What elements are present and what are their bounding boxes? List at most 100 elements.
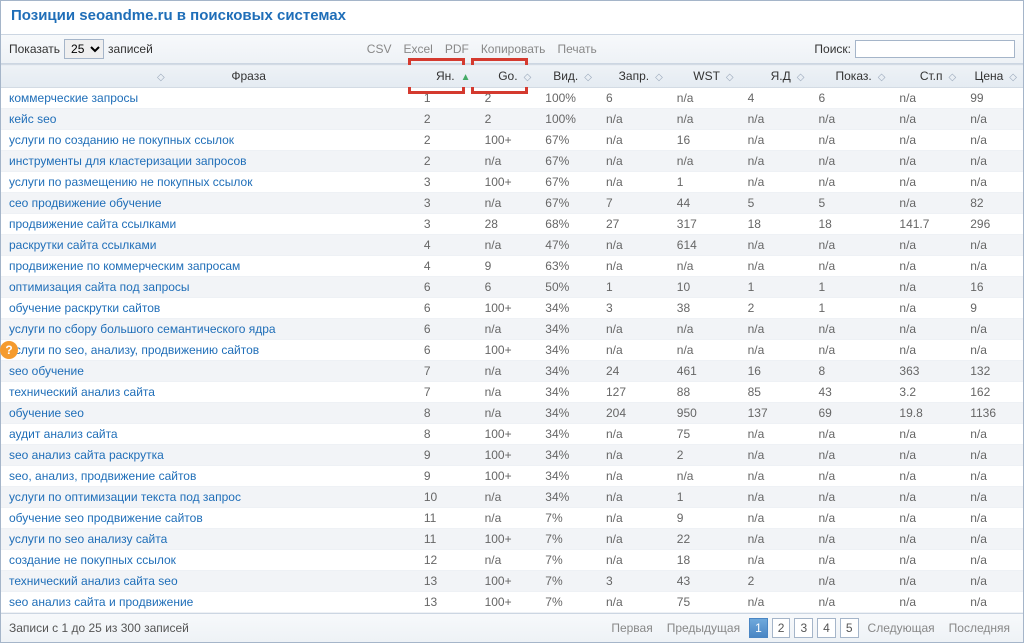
cell-wst: 88 <box>669 382 740 403</box>
cell-stp: n/a <box>891 256 962 277</box>
cell-yad: 137 <box>740 403 811 424</box>
cell-phrase[interactable]: обучение seo <box>1 403 416 424</box>
cell-cena: 1136 <box>962 403 1023 424</box>
page-4[interactable]: 4 <box>817 618 836 638</box>
cell-vid: 47% <box>537 235 598 256</box>
cell-wst: 9 <box>669 508 740 529</box>
cell-phrase[interactable]: инструменты для кластеризации запросов <box>1 151 416 172</box>
cell-yad: n/a <box>740 151 811 172</box>
search-input[interactable] <box>855 40 1015 58</box>
cell-wst: 44 <box>669 193 740 214</box>
cell-stp: n/a <box>891 130 962 151</box>
sort-icon: ◇ <box>157 72 165 83</box>
cell-phrase[interactable]: раскрутки сайта ссылками <box>1 235 416 256</box>
cell-yad: n/a <box>740 445 811 466</box>
cell-wst: 317 <box>669 214 740 235</box>
col-stp[interactable]: Ст.п◇ <box>891 65 962 88</box>
page-5[interactable]: 5 <box>840 618 859 638</box>
cell-vid: 34% <box>537 445 598 466</box>
col-zapr[interactable]: Запр.◇ <box>598 65 669 88</box>
col-yan[interactable]: Ян.▲ <box>416 65 477 88</box>
cell-phrase[interactable]: технический анализ сайта seo <box>1 571 416 592</box>
cell-phrase[interactable]: сео продвижение обучение <box>1 193 416 214</box>
sort-icon: ◇ <box>949 72 957 83</box>
cell-stp: n/a <box>891 424 962 445</box>
cell-phrase[interactable]: кейс seo <box>1 109 416 130</box>
col-go[interactable]: Go.◇ <box>477 65 538 88</box>
export-pdf[interactable]: PDF <box>441 40 473 58</box>
cell-wst: n/a <box>669 256 740 277</box>
cell-stp: 19.8 <box>891 403 962 424</box>
cell-phrase[interactable]: продвижение по коммерческим запросам <box>1 256 416 277</box>
cell-wst: n/a <box>669 88 740 109</box>
cell-phrase[interactable]: обучение раскрутки сайтов <box>1 298 416 319</box>
cell-yan: 2 <box>416 130 477 151</box>
cell-wst: 18 <box>669 550 740 571</box>
sort-icon: ◇ <box>797 72 805 83</box>
cell-phrase[interactable]: seo обучение <box>1 361 416 382</box>
cell-phrase[interactable]: услуги по seo анализу сайта <box>1 529 416 550</box>
cell-yan: 11 <box>416 508 477 529</box>
length-select[interactable]: 25 <box>64 39 104 59</box>
cell-stp: n/a <box>891 172 962 193</box>
table-row: услуги по seo анализу сайта11100+7%n/a22… <box>1 529 1023 550</box>
page-last[interactable]: Последняя <box>944 619 1015 637</box>
cell-zapr: n/a <box>598 151 669 172</box>
page-1[interactable]: 1 <box>749 618 768 638</box>
table-row: услуги по seo, анализу, продвижению сайт… <box>1 340 1023 361</box>
col-wst[interactable]: WST◇ <box>669 65 740 88</box>
cell-phrase[interactable]: обучение seo продвижение сайтов <box>1 508 416 529</box>
cell-phrase[interactable]: seo анализ сайта и продвижение <box>1 592 416 613</box>
table-row: seo анализ сайта раскрутка9100+34%n/a2n/… <box>1 445 1023 466</box>
cell-phrase[interactable]: seo анализ сайта раскрутка <box>1 445 416 466</box>
cell-yan: 11 <box>416 529 477 550</box>
col-pokaz[interactable]: Показ.◇ <box>810 65 891 88</box>
cell-yad: n/a <box>740 529 811 550</box>
cell-cena: n/a <box>962 592 1023 613</box>
cell-phrase[interactable]: услуги по seo, анализу, продвижению сайт… <box>1 340 416 361</box>
table-row: обучение seo продвижение сайтов11n/a7%n/… <box>1 508 1023 529</box>
export-csv[interactable]: CSV <box>363 40 396 58</box>
cell-cena: 99 <box>962 88 1023 109</box>
cell-pokaz: n/a <box>810 319 891 340</box>
cell-phrase[interactable]: коммерческие запросы <box>1 88 416 109</box>
cell-cena: n/a <box>962 319 1023 340</box>
cell-zapr: 127 <box>598 382 669 403</box>
cell-phrase[interactable]: продвижение сайта ссылками <box>1 214 416 235</box>
table-row: раскрутки сайта ссылками4n/a47%n/a614n/a… <box>1 235 1023 256</box>
page-first[interactable]: Первая <box>606 619 657 637</box>
table-row: создание не покупных ссылок12n/a7%n/a18n… <box>1 550 1023 571</box>
show-label: Показать <box>9 42 60 56</box>
cell-phrase[interactable]: услуги по созданию не покупных ссылок <box>1 130 416 151</box>
cell-zapr: n/a <box>598 529 669 550</box>
cell-pokaz: n/a <box>810 235 891 256</box>
page-next[interactable]: Следующая <box>863 619 940 637</box>
cell-phrase[interactable]: услуги по сбору большого семантического … <box>1 319 416 340</box>
help-icon[interactable]: ? <box>0 341 18 359</box>
cell-phrase[interactable]: услуги по размещению не покупных ссылок <box>1 172 416 193</box>
cell-yan: 6 <box>416 298 477 319</box>
cell-phrase[interactable]: аудит анализ сайта <box>1 424 416 445</box>
cell-phrase[interactable]: seo, анализ, продвижение сайтов <box>1 466 416 487</box>
cell-vid: 34% <box>537 382 598 403</box>
cell-phrase[interactable]: технический анализ сайта <box>1 382 416 403</box>
col-cena[interactable]: Цена◇ <box>962 65 1023 88</box>
page-3[interactable]: 3 <box>794 618 813 638</box>
cell-phrase[interactable]: создание не покупных ссылок <box>1 550 416 571</box>
export-print[interactable]: Печать <box>553 40 600 58</box>
page-2[interactable]: 2 <box>772 618 791 638</box>
cell-vid: 7% <box>537 550 598 571</box>
cell-go: n/a <box>477 487 538 508</box>
col-vid[interactable]: Вид.◇ <box>537 65 598 88</box>
cell-wst: 2 <box>669 445 740 466</box>
col-phrase[interactable]: ◇ Фраза <box>1 65 416 88</box>
cell-phrase[interactable]: услуги по оптимизации текста под запрос <box>1 487 416 508</box>
cell-zapr: n/a <box>598 256 669 277</box>
page-prev[interactable]: Предыдущая <box>662 619 745 637</box>
cell-phrase[interactable]: оптимизация сайта под запросы <box>1 277 416 298</box>
cell-yad: n/a <box>740 466 811 487</box>
col-yad[interactable]: Я.Д◇ <box>740 65 811 88</box>
cell-cena: n/a <box>962 256 1023 277</box>
export-excel[interactable]: Excel <box>399 40 436 58</box>
export-copy[interactable]: Копировать <box>477 40 550 58</box>
